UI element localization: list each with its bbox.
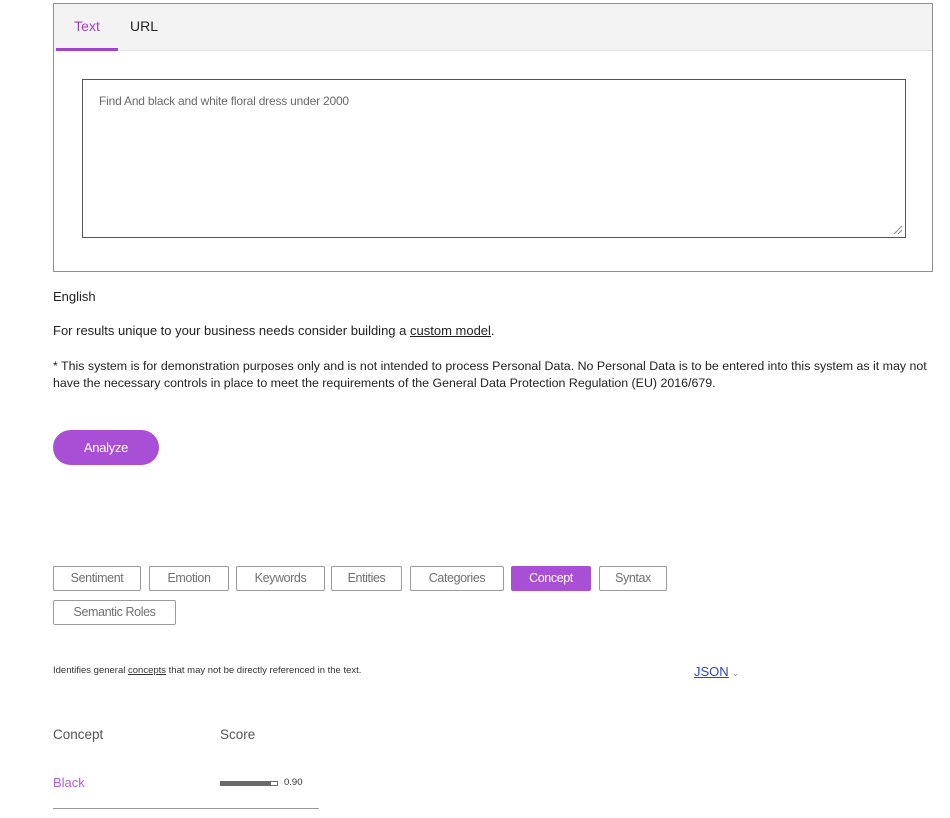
description-suffix: that may not be directly referenced in t… (166, 665, 362, 676)
feature-tab-emotion[interactable]: Emotion (149, 566, 229, 591)
concept-column-header: Concept (53, 727, 104, 742)
analyze-button[interactable]: Analyze (53, 430, 159, 465)
tab-url[interactable]: URL (124, 4, 164, 50)
custom-model-link[interactable]: custom model (410, 323, 491, 338)
score-column-header: Score (220, 727, 256, 742)
analysis-text-input[interactable]: Find And black and white floral dress un… (82, 79, 906, 238)
custom-note-prefix: For results unique to your business need… (53, 323, 410, 338)
input-tab-bar: Text URL (54, 4, 932, 51)
input-panel: Text URL Find And black and white floral… (53, 3, 933, 272)
table-row: Black 0.90 (53, 772, 319, 809)
disclaimer-text: * This system is for demonstration purpo… (53, 359, 927, 390)
feature-tab-keywords[interactable]: Keywords (236, 566, 325, 591)
feature-tab-semantic-roles[interactable]: Semantic Roles (53, 600, 176, 625)
json-dropdown[interactable]: JSON ⌄ (694, 664, 739, 679)
language-label: English (53, 289, 96, 304)
feature-description: Identifies general concepts that may not… (53, 665, 361, 676)
score-value: 0.90 (284, 777, 303, 788)
description-prefix: Identifies general (53, 665, 128, 676)
concepts-link[interactable]: concepts (128, 665, 166, 676)
feature-tab-concept[interactable]: Concept (511, 566, 591, 591)
analysis-text-value: Find And black and white floral dress un… (99, 94, 349, 108)
feature-tab-entities[interactable]: Entities (331, 566, 402, 591)
custom-model-note: For results unique to your business need… (53, 323, 495, 338)
feature-tab-syntax[interactable]: Syntax (599, 566, 667, 591)
score-bar-fill (221, 782, 272, 785)
custom-note-suffix: . (490, 323, 495, 338)
concept-name: Black (53, 775, 85, 790)
feature-tab-sentiment[interactable]: Sentiment (53, 566, 141, 591)
score-bar (220, 781, 278, 786)
json-label: JSON (694, 664, 729, 679)
feature-tab-categories[interactable]: Categories (410, 566, 504, 591)
chevron-down-icon: ⌄ (731, 668, 740, 678)
tab-text[interactable]: Text (56, 4, 118, 51)
resize-handle-icon[interactable] (892, 224, 902, 234)
